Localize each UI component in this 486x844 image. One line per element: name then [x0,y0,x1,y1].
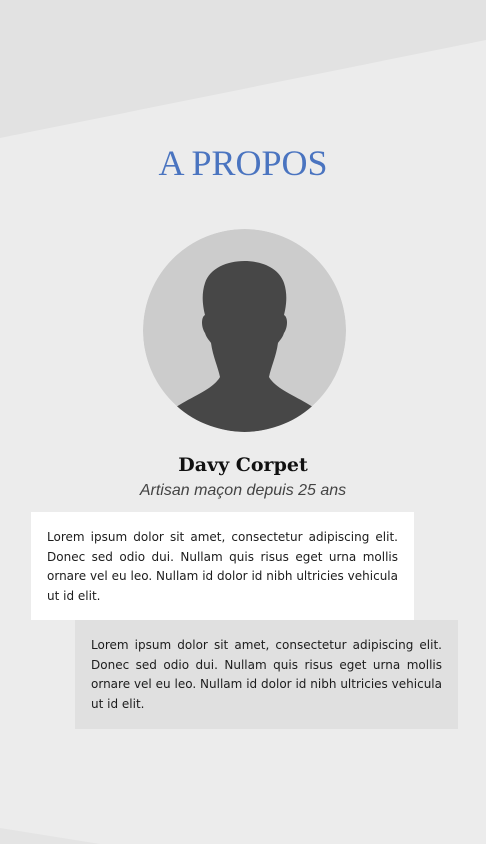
avatar [143,229,346,432]
description-text: Lorem ipsum dolor sit amet, consectetur … [47,530,398,603]
description-card-white: Lorem ipsum dolor sit amet, consectetur … [31,512,414,620]
section-title: A PROPOS [158,143,328,183]
description-card-gray: Lorem ipsum dolor sit amet, consectetur … [75,620,458,729]
description-text: Lorem ipsum dolor sit amet, consectetur … [91,638,442,711]
user-silhouette-icon [143,229,346,432]
person-role: Artisan maçon depuis 25 ans [139,482,347,499]
person-name: Davy Corpet [178,454,308,476]
